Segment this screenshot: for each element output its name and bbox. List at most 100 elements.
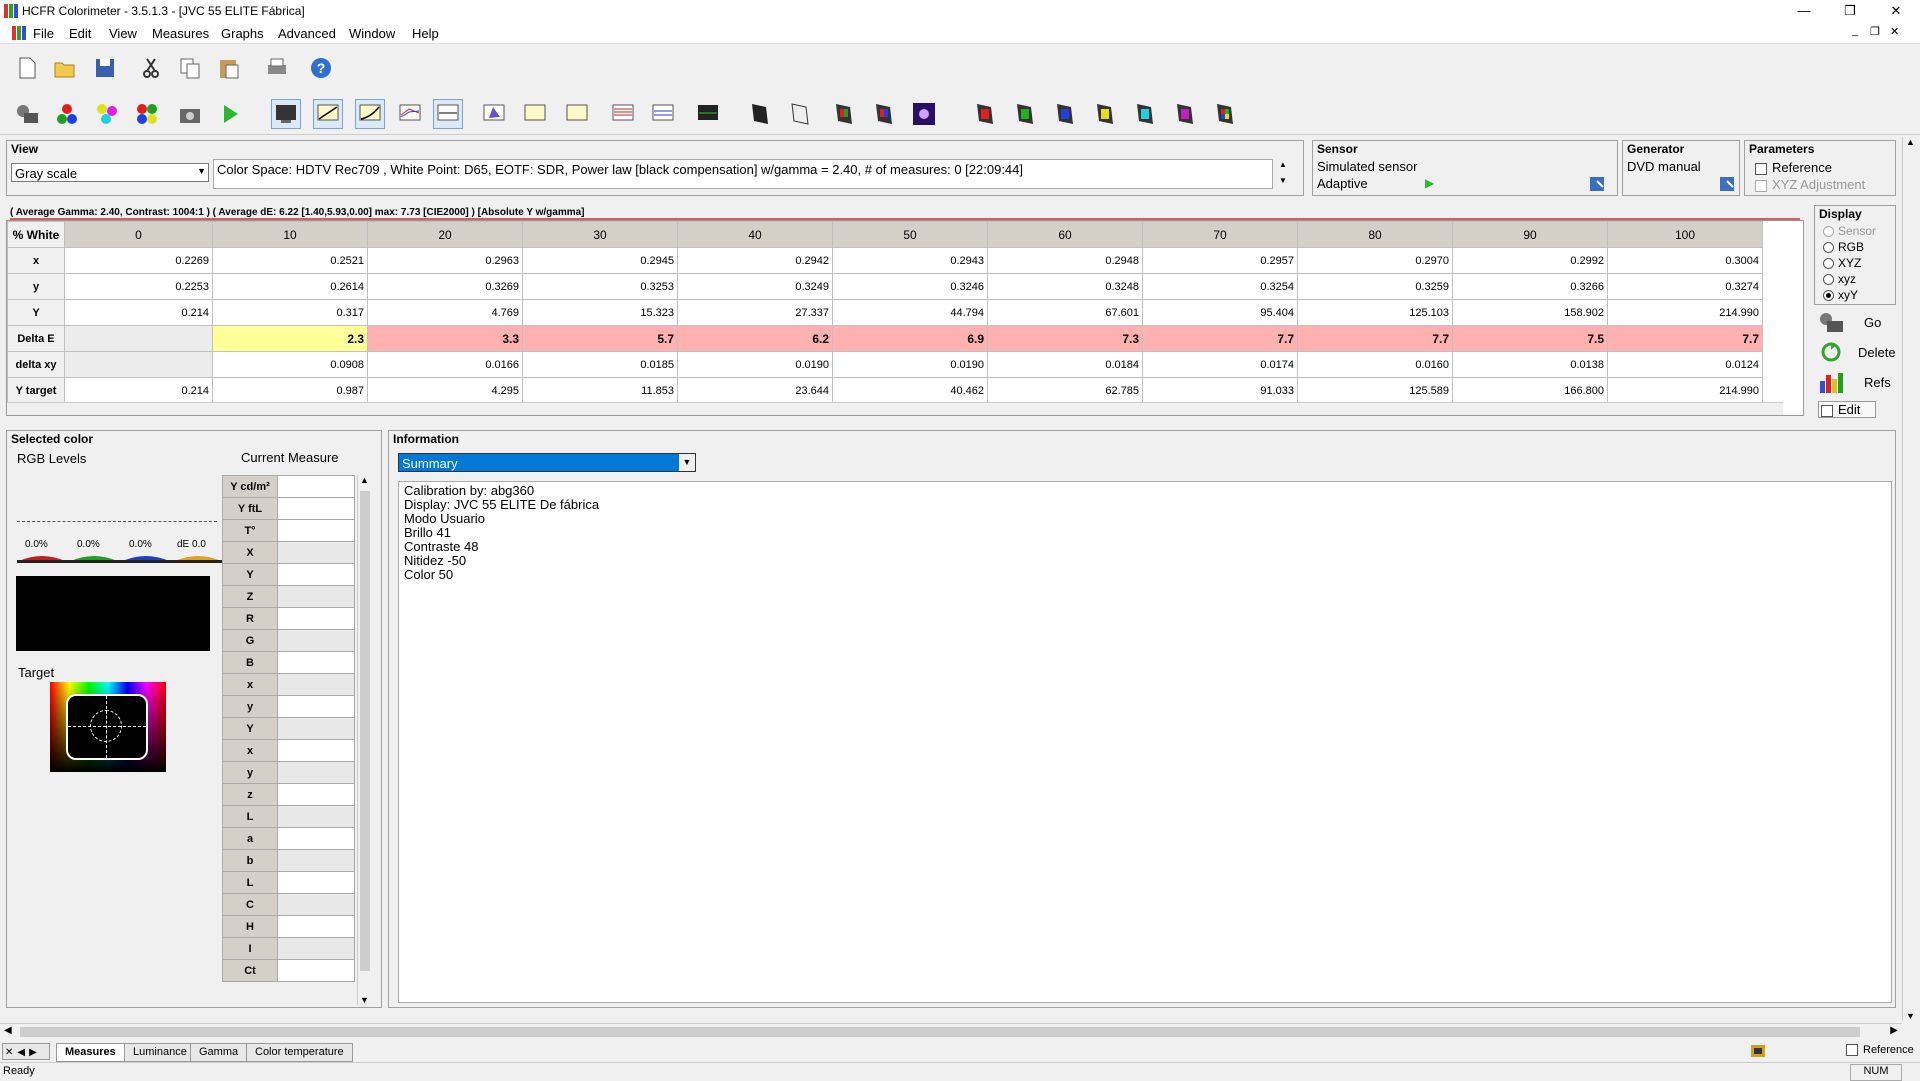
mdi-minimize-button[interactable]: _ [1852, 25, 1858, 37]
grid-cell[interactable]: 0.2957 [1142, 247, 1298, 274]
display-option-sensor[interactable]: Sensor [1823, 224, 1876, 238]
scroll-left-icon[interactable]: ◀ [4, 1025, 12, 1036]
grid-cell[interactable]: 0.2992 [1452, 247, 1608, 274]
view-near-white-icon[interactable] [562, 99, 592, 129]
grid-column-header[interactable]: 20 [367, 221, 523, 248]
go-button[interactable]: Go [1816, 308, 1896, 336]
grid-cell[interactable]: 7.5 [1452, 325, 1608, 352]
menu-edit[interactable]: Edit [69, 26, 91, 41]
grid-cell[interactable]: 0.0908 [212, 351, 368, 378]
grid-cell[interactable]: 0.3248 [987, 273, 1143, 300]
scroll-right-icon[interactable]: ▶ [1890, 1025, 1898, 1036]
grid-cell[interactable]: 6.2 [677, 325, 833, 352]
grid-column-header[interactable]: 50 [832, 221, 988, 248]
grid-cell[interactable]: 15.323 [522, 299, 678, 326]
grid-cell[interactable]: 0.2970 [1297, 247, 1453, 274]
grid-cell[interactable]: 0.3249 [677, 273, 833, 300]
grid-cell[interactable]: 7.3 [987, 325, 1143, 352]
grid-cell[interactable]: 166.800 [1452, 377, 1608, 404]
grid-cell[interactable]: 214.990 [1607, 299, 1763, 326]
grid-cell[interactable]: 0.214 [64, 299, 213, 326]
information-textarea[interactable]: Calibration by: abg360 Display: JVC 55 EL… [398, 481, 1892, 1003]
view-color-temp-icon[interactable] [433, 99, 463, 129]
information-select[interactable]: Summary ▼ [398, 453, 696, 472]
tab-prev-icon[interactable]: ◀ [15, 1047, 27, 1058]
grid-column-header[interactable]: 70 [1142, 221, 1298, 248]
grid-cell[interactable]: 23.644 [677, 377, 833, 404]
grid-cell[interactable]: 7.7 [1297, 325, 1453, 352]
secondary-colors-icon[interactable] [92, 99, 122, 129]
grid-column-header[interactable]: 30 [522, 221, 678, 248]
grid-cell[interactable]: 0.2963 [367, 247, 523, 274]
maximize-button[interactable]: ❐ [1827, 0, 1873, 22]
scroll-down-icon[interactable]: ▼ [1279, 176, 1287, 185]
save-icon[interactable] [90, 53, 120, 83]
print-icon[interactable] [262, 53, 292, 83]
grid-cell[interactable]: 7.7 [1142, 325, 1298, 352]
grid-cell[interactable]: 214.990 [1607, 377, 1763, 404]
measure-vertical-scrollbar[interactable]: ▲ ▼ [357, 475, 371, 1005]
grid-cell[interactable]: 0.3259 [1297, 273, 1453, 300]
grid-cell[interactable]: 6.9 [832, 325, 988, 352]
measure-red-icon[interactable] [970, 99, 1000, 129]
grid-column-header[interactable]: 60 [987, 221, 1143, 248]
play-icon[interactable] [215, 99, 245, 129]
grid-column-header[interactable]: 40 [677, 221, 833, 248]
display-option-xyy[interactable]: xyY [1823, 288, 1858, 302]
grid-cell[interactable]: 125.103 [1297, 299, 1453, 326]
grid-cell[interactable]: 0.3266 [1452, 273, 1608, 300]
grid-cell[interactable]: 0.0185 [522, 351, 678, 378]
primary-colors-icon[interactable] [52, 99, 82, 129]
grid-cell[interactable]: 11.853 [522, 377, 678, 404]
grid-cell[interactable]: 0.2614 [212, 273, 368, 300]
scroll-up-icon[interactable]: ▲ [1906, 137, 1915, 147]
grid-cell[interactable]: 0.0184 [987, 351, 1143, 378]
menu-graphs[interactable]: Graphs [221, 26, 264, 41]
grid-cell[interactable]: 0.2943 [832, 247, 988, 274]
grid-cell[interactable]: 0.0124 [1607, 351, 1763, 378]
grid-column-header[interactable]: 100 [1607, 221, 1763, 248]
grid-cell[interactable]: 2.3 [212, 325, 368, 352]
menu-view[interactable]: View [109, 26, 137, 41]
view-cie-icon[interactable] [479, 99, 509, 129]
delete-button[interactable]: Delete [1816, 338, 1896, 366]
menu-file[interactable]: File [33, 26, 54, 41]
measure-green-icon[interactable] [1010, 99, 1040, 129]
view-measures-icon[interactable] [693, 99, 723, 129]
grid-cell[interactable]: 125.589 [1297, 377, 1453, 404]
grid-cell[interactable]: 95.404 [1142, 299, 1298, 326]
xyz-adjustment-checkbox[interactable]: XYZ Adjustment [1755, 177, 1865, 192]
grid-cell[interactable]: 62.785 [987, 377, 1143, 404]
tab-close-icon[interactable]: ✕ [3, 1047, 15, 1058]
grid-cell[interactable]: 91.033 [1142, 377, 1298, 404]
menu-advanced[interactable]: Advanced [278, 26, 336, 41]
grid-cell[interactable]: 4.769 [367, 299, 523, 326]
view-near-black-icon[interactable] [520, 99, 550, 129]
grid-cell[interactable]: 0.214 [64, 377, 213, 404]
grid-column-header[interactable]: 80 [1297, 221, 1453, 248]
reference-checkbox[interactable]: Reference [1755, 160, 1832, 175]
grid-cell[interactable] [64, 351, 213, 378]
grid-cell[interactable]: 3.3 [367, 325, 523, 352]
tab-color-temperature[interactable]: Color temperature [246, 1043, 353, 1062]
mdi-restore-button[interactable]: ❐ [1870, 25, 1880, 38]
main-vertical-scrollbar[interactable]: ▲ ▼ [1902, 137, 1918, 1021]
configure-generator-icon[interactable] [1719, 175, 1737, 193]
grid-cell[interactable]: 0.2269 [64, 247, 213, 274]
display-option-rgb[interactable]: RGB [1823, 240, 1864, 254]
refs-button[interactable]: Refs [1816, 368, 1896, 396]
grid-cell[interactable]: 0.2945 [522, 247, 678, 274]
configure-sensor-icon[interactable] [1589, 175, 1607, 193]
view-mode-select[interactable]: Gray scale ▼ [11, 163, 209, 182]
spot-light-icon[interactable] [909, 99, 939, 129]
sensor-icon[interactable] [12, 99, 42, 129]
reference-tab-checkbox[interactable]: Reference [1846, 1044, 1914, 1057]
grid-cell[interactable]: 40.462 [832, 377, 988, 404]
film-primaries-icon[interactable] [829, 99, 859, 129]
view-saturation-icon[interactable] [608, 99, 638, 129]
measure-blue-icon[interactable] [1050, 99, 1080, 129]
play-icon[interactable]: ▶ [1425, 176, 1434, 190]
grid-horizontal-scrollbar[interactable] [7, 402, 1783, 415]
tab-next-icon[interactable]: ▶ [27, 1047, 39, 1058]
grid-cell[interactable]: 0.3274 [1607, 273, 1763, 300]
